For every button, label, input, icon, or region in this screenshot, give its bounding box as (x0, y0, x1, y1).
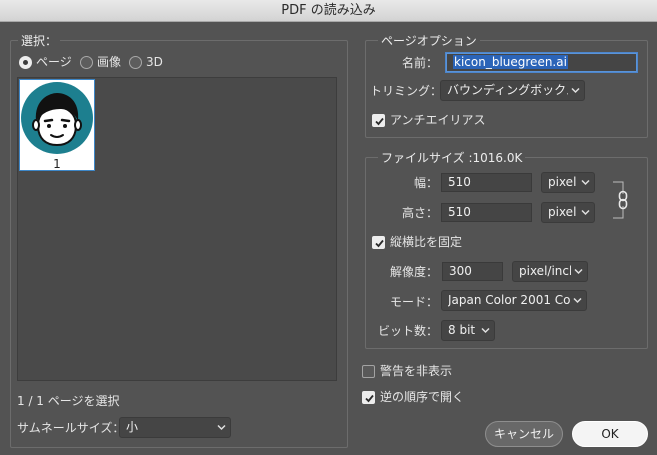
suppress-warnings-label[interactable]: 警告を非表示 (380, 363, 452, 379)
name-label: 名前： (401, 56, 438, 70)
width-unit-value: pixel (548, 175, 577, 189)
radio-3d-label[interactable]: 3D (146, 54, 163, 70)
selection-status: 1 / 1 ページを選択 (17, 394, 120, 408)
page-thumbnail[interactable]: 1 (19, 79, 95, 171)
chevron-down-icon (573, 297, 582, 304)
checkmark-icon (365, 394, 374, 403)
resolution-unit-dropdown[interactable]: pixel/inch (512, 261, 588, 282)
bits-value: 8 bit (448, 323, 476, 337)
width-unit-dropdown[interactable]: pixel (541, 172, 595, 193)
radio-3d[interactable] (129, 56, 142, 69)
width-label: 幅： (413, 176, 438, 190)
bits-label: ビット数： (377, 324, 438, 338)
chevron-down-icon (581, 209, 590, 216)
constrain-proportions-label[interactable]: 縦横比を固定 (390, 234, 462, 250)
reverse-order-checkbox[interactable] (362, 391, 375, 404)
height-unit-dropdown[interactable]: pixel (541, 202, 595, 223)
window-title: PDF の読み込み (281, 3, 376, 18)
antialias-checkbox[interactable] (372, 114, 385, 127)
trim-value: バウンディングボックス (447, 83, 568, 97)
avatar-icon (21, 82, 93, 154)
bits-dropdown[interactable]: 8 bit (441, 320, 495, 341)
width-input[interactable]: 510 (441, 173, 532, 192)
name-input-value: kicon_bluegreen.ai (453, 55, 568, 69)
resolution-unit-value: pixel/inch (519, 264, 571, 278)
height-input[interactable]: 510 (441, 203, 532, 222)
radio-page-label[interactable]: ページ (36, 54, 72, 70)
page-options-legend: ページオプション (378, 33, 480, 49)
resolution-input[interactable]: 300 (442, 262, 503, 281)
thumbnail-page-number: 1 (53, 157, 61, 171)
thumb-size-value: 小 (126, 420, 139, 434)
constrain-proportions-checkbox[interactable] (372, 236, 385, 249)
radio-image-label[interactable]: 画像 (97, 54, 121, 70)
file-size-legend: ファイルサイズ :1016.0K (378, 150, 526, 166)
select-legend: 選択： (18, 33, 61, 49)
reverse-order-label[interactable]: 逆の順序で開く (380, 389, 464, 405)
chevron-down-icon (571, 87, 580, 94)
trim-dropdown[interactable]: バウンディングボックス (440, 80, 585, 101)
mode-value: Japan Color 2001 Co... (448, 293, 570, 307)
chevron-down-icon (581, 179, 590, 186)
ok-button[interactable]: OK (572, 421, 648, 447)
checkmark-icon (375, 239, 384, 248)
radio-image[interactable] (80, 56, 93, 69)
height-unit-value: pixel (548, 205, 577, 219)
cancel-button[interactable]: キャンセル (485, 421, 563, 447)
link-icon[interactable] (617, 190, 629, 210)
window-title-bar: PDF の読み込み (0, 0, 657, 22)
thumb-size-label: サムネールサイズ： (17, 421, 125, 435)
thumb-size-dropdown[interactable]: 小 (119, 417, 231, 438)
antialias-label[interactable]: アンチエイリアス (390, 112, 486, 128)
chevron-down-icon (217, 424, 226, 431)
name-input[interactable]: kicon_bluegreen.ai (446, 53, 637, 72)
chevron-down-icon (574, 268, 583, 275)
suppress-warnings-checkbox[interactable] (362, 365, 375, 378)
mode-dropdown[interactable]: Japan Color 2001 Co... (441, 290, 587, 311)
mode-label: モード： (389, 295, 438, 309)
trim-label: トリミング： (370, 84, 443, 98)
resolution-label: 解像度： (389, 265, 438, 279)
height-label: 高さ： (401, 206, 438, 220)
chevron-down-icon (481, 327, 490, 334)
checkmark-icon (375, 117, 384, 126)
radio-page[interactable] (19, 56, 32, 69)
